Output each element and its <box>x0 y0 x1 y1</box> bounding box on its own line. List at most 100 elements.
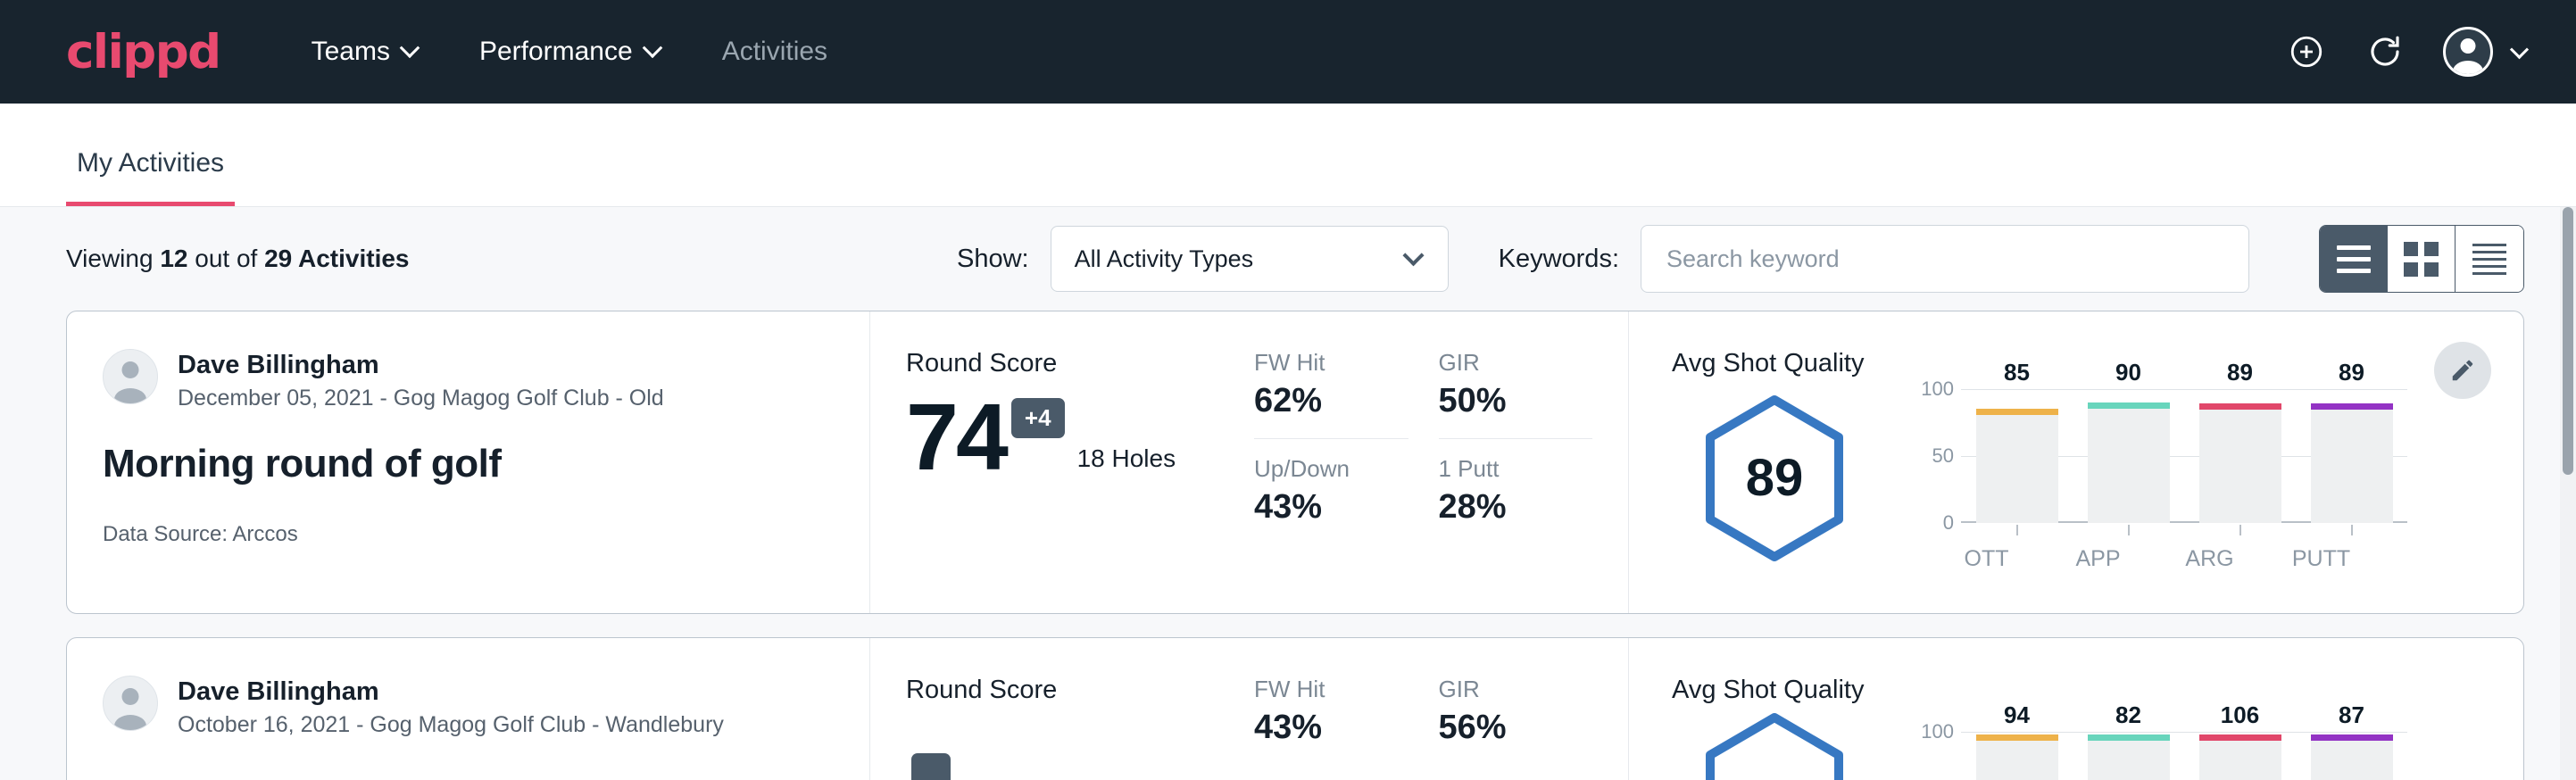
view-mode-grid-button[interactable] <box>2388 226 2456 292</box>
chart-plot-area: 85 90 <box>1961 389 2407 523</box>
activity-title: Morning round of golf <box>103 442 834 486</box>
x-label-arg: ARG <box>2169 546 2251 572</box>
view-mode-list-button[interactable] <box>2320 226 2388 292</box>
round-score-label: Round Score <box>906 349 1254 378</box>
navbar-actions <box>2286 27 2526 77</box>
bar-value-arg: 89 <box>2199 359 2281 386</box>
stat-label: FW Hit <box>1254 676 1408 703</box>
stat-value: 56% <box>1439 709 1593 747</box>
viewing-middle: out of <box>187 245 264 272</box>
list-view-icon <box>2337 245 2371 273</box>
nav-item-performance-label: Performance <box>479 37 633 67</box>
nav-item-activities[interactable]: Activities <box>720 31 829 72</box>
stat-value: 43% <box>1254 488 1408 527</box>
bar-value-putt: 87 <box>2311 701 2393 729</box>
top-navbar: clippd Teams Performance Activities <box>0 0 2576 104</box>
chart-y-axis: 100 <box>1907 732 1961 780</box>
y-tick-0: 0 <box>1943 511 1954 535</box>
stat-fw-hit: FW Hit 43% <box>1254 676 1408 761</box>
activity-author: Dave Billingham October 16, 2021 - Gog M… <box>103 676 834 738</box>
score-to-par-badge: +4 <box>1011 398 1065 438</box>
scrollbar-thumb[interactable] <box>2563 207 2573 475</box>
round-score-row <box>906 721 1254 780</box>
bar-putt: 89 <box>2311 389 2393 523</box>
stat-up-down: Up/Down 43% <box>1254 438 1408 541</box>
viewing-prefix: Viewing <box>66 245 160 272</box>
shot-quality-column: Avg Shot Quality 100 <box>1629 638 2523 780</box>
view-mode-compact-button[interactable] <box>2456 226 2523 292</box>
avatar <box>103 349 158 404</box>
nav-item-performance[interactable]: Performance <box>478 31 661 72</box>
bar-putt: 87 <box>2311 732 2393 780</box>
bar-app: 90 <box>2088 389 2170 523</box>
clippd-logo[interactable]: clippd <box>66 25 220 79</box>
activity-type-select[interactable]: All Activity Types <box>1051 226 1449 292</box>
nav-item-activities-label: Activities <box>722 37 827 67</box>
page-scrollbar[interactable] <box>2560 207 2576 780</box>
x-label-app: APP <box>2057 546 2140 572</box>
chevron-down-icon <box>400 37 420 58</box>
avg-shot-quality-value: 89 <box>1698 393 1851 564</box>
shot-quality-body: 100 94 82 <box>1672 710 2416 780</box>
activity-type-select-value: All Activity Types <box>1075 245 1254 273</box>
shot-quality-hexagon <box>1672 710 1877 780</box>
hexagon-icon <box>1698 710 1851 780</box>
chevron-down-icon <box>642 37 662 58</box>
holes-played: 18 Holes <box>1077 444 1176 473</box>
player-name: Dave Billingham <box>178 676 724 708</box>
search-input[interactable] <box>1641 225 2249 293</box>
tab-my-activities[interactable]: My Activities <box>66 148 235 206</box>
nav-item-teams-label: Teams <box>312 37 390 67</box>
activity-meta: December 05, 2021 - Gog Magog Golf Club … <box>178 386 664 411</box>
stat-value: 28% <box>1439 488 1593 527</box>
account-menu[interactable] <box>2443 27 2526 77</box>
primary-nav: Teams Performance Activities <box>310 31 829 72</box>
stat-gir: GIR 56% <box>1439 676 1593 761</box>
keywords-label: Keywords: <box>1499 245 1619 274</box>
bar-value-ott: 94 <box>1976 701 2058 729</box>
round-score-row: 74 +4 18 Holes <box>906 394 1254 482</box>
score-to-par-badge <box>911 753 951 780</box>
stat-label: 1 Putt <box>1439 455 1593 483</box>
y-tick-50: 50 <box>1932 444 1954 468</box>
bar-value-app: 90 <box>2088 359 2170 386</box>
activity-info-column: Dave Billingham October 16, 2021 - Gog M… <box>67 638 870 780</box>
nav-item-teams[interactable]: Teams <box>310 31 419 72</box>
shot-quality-body: 89 100 50 0 <box>1672 384 2416 572</box>
stat-label: GIR <box>1439 676 1593 703</box>
round-score-label: Round Score <box>906 676 1254 705</box>
activity-meta: October 16, 2021 - Gog Magog Golf Club -… <box>178 712 724 738</box>
stat-fw-hit: FW Hit 62% <box>1254 349 1408 435</box>
grid-view-icon <box>2404 242 2439 277</box>
filter-toolbar: Viewing 12 out of 29 Activities Show: Al… <box>0 207 2576 311</box>
activity-card[interactable]: Dave Billingham October 16, 2021 - Gog M… <box>66 637 2524 780</box>
chart-y-axis: 100 50 0 <box>1907 389 1961 523</box>
round-score-value: 74 <box>906 394 1006 482</box>
activity-author: Dave Billingham December 05, 2021 - Gog … <box>103 349 834 411</box>
chevron-down-icon <box>2510 40 2529 59</box>
refresh-button[interactable] <box>2364 31 2406 72</box>
activity-card-list: Dave Billingham December 05, 2021 - Gog … <box>0 311 2576 780</box>
round-stats-column: FW Hit 43% GIR 56% <box>1254 638 1629 780</box>
stat-value: 50% <box>1439 382 1593 420</box>
activity-card[interactable]: Dave Billingham December 05, 2021 - Gog … <box>66 311 2524 614</box>
stat-one-putt: 1 Putt 28% <box>1439 438 1593 541</box>
y-tick-100: 100 <box>1921 378 1954 401</box>
filter-controls: Show: All Activity Types Keywords: <box>957 225 2524 293</box>
show-label: Show: <box>957 245 1029 274</box>
bar-app: 82 <box>2088 732 2170 780</box>
stat-gir: GIR 50% <box>1439 349 1593 435</box>
tab-strip: My Activities <box>0 104 2576 207</box>
add-button[interactable] <box>2286 31 2327 72</box>
stat-value: 62% <box>1254 382 1408 420</box>
y-tick-100: 100 <box>1921 720 1954 743</box>
edit-activity-button[interactable] <box>2434 342 2491 399</box>
shot-quality-hexagon: 89 <box>1672 393 1877 564</box>
activity-info-column: Dave Billingham December 05, 2021 - Gog … <box>67 311 870 613</box>
shot-quality-chart: 100 50 0 85 <box>1877 384 2407 572</box>
chart-x-axis: OTT APP ARG PUTT <box>1931 546 2377 572</box>
shot-quality-chart: 100 94 82 <box>1877 726 2407 780</box>
stat-value: 43% <box>1254 709 1408 747</box>
round-score-column: Round Score 74 +4 18 Holes <box>870 311 1254 613</box>
round-score-column: Round Score <box>870 638 1254 780</box>
